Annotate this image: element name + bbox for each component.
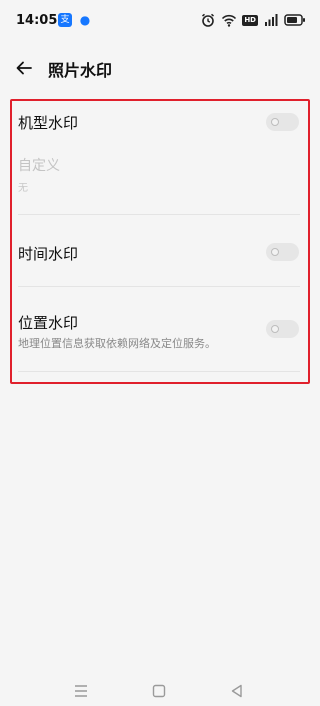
time-watermark-label: 时间水印: [18, 245, 79, 263]
toggle-knob: [271, 118, 279, 126]
navigation-bar: [0, 676, 320, 706]
alipay-app-icon: 支: [58, 13, 72, 27]
model-watermark-toggle[interactable]: [266, 113, 299, 131]
back-triangle-icon[interactable]: [228, 682, 246, 700]
wifi-icon: [222, 14, 237, 27]
toggle-knob: [271, 248, 279, 256]
menu-icon[interactable]: [72, 682, 90, 700]
back-arrow-icon[interactable]: [12, 56, 36, 80]
status-time: 14:05: [16, 13, 58, 28]
location-watermark-toggle[interactable]: [266, 320, 299, 338]
signal-4g-icon: [265, 14, 278, 26]
location-watermark-description: 地理位置信息获取依赖网络及定位服务。: [18, 337, 216, 350]
page-header: 照片水印: [0, 48, 320, 88]
toggle-knob: [271, 325, 279, 333]
status-bar: 14:05 支 ● HD: [0, 0, 320, 42]
alarm-icon: [202, 13, 215, 27]
custom-watermark-value: 无: [18, 183, 28, 194]
model-watermark-label: 机型水印: [18, 114, 79, 132]
status-indicators: HD: [200, 12, 306, 28]
custom-watermark-label: 自定义: [18, 158, 60, 174]
home-icon[interactable]: [150, 682, 168, 700]
divider: [18, 371, 300, 372]
location-watermark-label: 位置水印: [18, 314, 79, 332]
divider: [18, 214, 300, 215]
divider: [18, 286, 300, 287]
status-app-icons: 支 ●: [58, 13, 92, 27]
paw-app-icon: ●: [79, 13, 91, 27]
hd-icon: HD: [242, 14, 258, 26]
page-title: 照片水印: [48, 61, 113, 80]
time-watermark-toggle[interactable]: [266, 243, 299, 261]
battery-icon: [284, 14, 305, 26]
